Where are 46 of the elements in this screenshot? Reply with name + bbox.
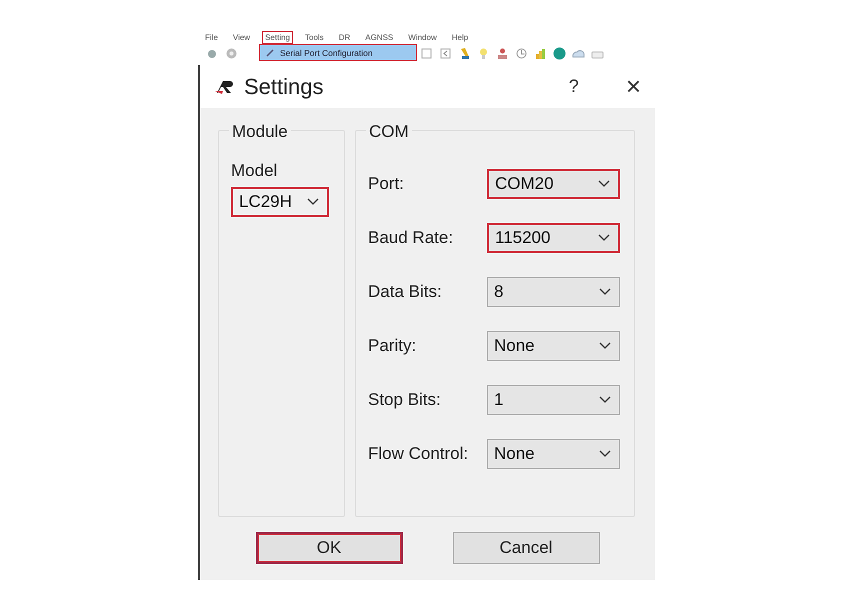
- chevron-icon: [598, 234, 610, 242]
- field-label: Baud Rate:: [368, 228, 454, 248]
- dropdown[interactable]: COM20: [487, 169, 620, 199]
- field-label: Port:: [368, 174, 405, 194]
- chevron-icon: [599, 396, 611, 404]
- menu-item[interactable]: Help: [448, 30, 472, 44]
- circle-icon[interactable]: [553, 46, 566, 60]
- dropdown[interactable]: 8: [487, 277, 620, 307]
- broom-icon[interactable]: [458, 46, 471, 60]
- field-label: Model: [231, 161, 278, 181]
- menu-item[interactable]: Window: [405, 30, 440, 44]
- chevron-icon: [599, 342, 611, 350]
- ok-button[interactable]: OK: [256, 532, 402, 564]
- dialog-title: Settings: [244, 74, 324, 100]
- field-label: Parity:: [368, 336, 418, 356]
- chevron-icon: [599, 288, 611, 296]
- field-label: Flow Control:: [368, 444, 470, 464]
- close-button[interactable]: ×: [626, 71, 641, 102]
- dropdown[interactable]: 115200: [487, 223, 620, 253]
- field-label: Data Bits:: [368, 282, 443, 302]
- clock-icon[interactable]: [515, 46, 528, 60]
- chevron-icon: [599, 450, 611, 458]
- back-page-icon[interactable]: [439, 46, 452, 60]
- dropdown[interactable]: None: [487, 331, 620, 361]
- chevron-icon: [598, 180, 610, 188]
- menu-item[interactable]: Tools: [302, 30, 327, 44]
- dropdown[interactable]: 1: [487, 385, 620, 415]
- menu-entry[interactable]: Serial Port Configuration: [259, 44, 417, 61]
- chevron-icon: [307, 198, 319, 206]
- pencil-icon: [266, 48, 274, 56]
- menu-item[interactable]: View: [230, 30, 254, 44]
- user-icon[interactable]: [496, 46, 509, 60]
- blank-page-icon[interactable]: [420, 46, 433, 60]
- menu-item[interactable]: Setting: [262, 30, 293, 44]
- field-label: Stop Bits:: [368, 390, 442, 410]
- disc-icon[interactable]: [225, 46, 238, 60]
- help-button[interactable]: ?: [554, 76, 594, 97]
- app-logo-icon: [214, 78, 234, 94]
- cancel-button[interactable]: Cancel: [452, 532, 600, 564]
- bar-chart-icon[interactable]: [534, 46, 547, 60]
- menu-item[interactable]: AGNSS: [362, 30, 396, 44]
- dropdown[interactable]: None: [487, 439, 620, 469]
- lightbulb-icon[interactable]: [477, 46, 490, 60]
- menu-item[interactable]: File: [202, 30, 221, 44]
- menu-item[interactable]: DR: [336, 30, 354, 44]
- dropdown[interactable]: LC29H: [231, 187, 329, 217]
